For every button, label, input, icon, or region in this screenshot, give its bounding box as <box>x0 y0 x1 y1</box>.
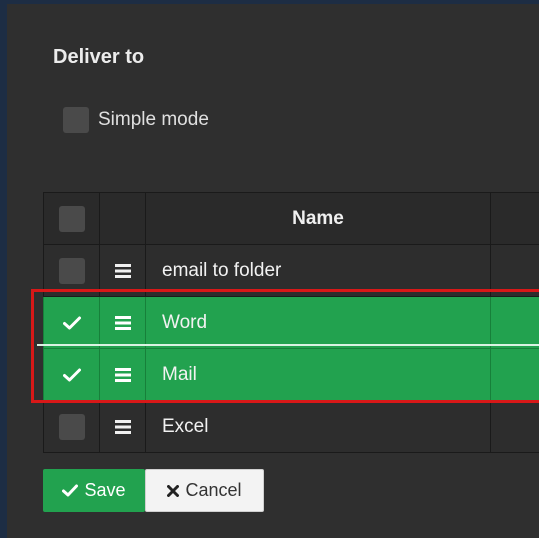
row-checkbox[interactable] <box>58 413 85 440</box>
save-button-label: Save <box>84 480 126 500</box>
hamburger-icon[interactable] <box>100 419 145 434</box>
row-name: Excel <box>145 400 491 453</box>
selected-rows-divider <box>37 344 539 346</box>
row-name: Mail <box>145 348 491 401</box>
row-checkbox[interactable] <box>44 368 99 382</box>
row-name: email to folder <box>145 244 491 297</box>
row-checkbox[interactable] <box>44 316 99 330</box>
save-button[interactable]: Save <box>43 469 145 512</box>
close-icon <box>167 484 180 497</box>
dialog-title: Deliver to <box>53 46 145 68</box>
window-frame-left <box>0 0 7 538</box>
simple-mode-row[interactable]: Simple mode <box>63 107 209 133</box>
delivery-table: Name email to folder Word Mail Excel <box>43 192 539 453</box>
hamburger-icon[interactable] <box>100 367 145 382</box>
column-header-name[interactable]: Name <box>145 192 491 245</box>
row-extra-cell <box>490 348 539 401</box>
simple-mode-label: Simple mode <box>98 109 209 130</box>
table-row[interactable]: Excel <box>43 400 539 453</box>
row-name: Word <box>145 296 491 349</box>
cancel-button-label: Cancel <box>185 480 242 500</box>
row-checkbox[interactable] <box>58 257 85 284</box>
select-all-checkbox[interactable] <box>58 205 85 232</box>
table-row[interactable]: Mail <box>43 348 539 401</box>
hamburger-icon[interactable] <box>100 263 145 278</box>
check-icon <box>62 484 79 497</box>
header-select-all-cell <box>43 192 100 245</box>
check-icon <box>62 316 81 329</box>
header-handle-cell <box>99 192 146 245</box>
row-extra-cell <box>490 400 539 453</box>
table-row[interactable]: email to folder <box>43 244 539 297</box>
row-extra-cell <box>490 244 539 297</box>
table-row[interactable]: Word <box>43 296 539 349</box>
hamburger-icon[interactable] <box>100 315 145 330</box>
row-extra-cell <box>490 296 539 349</box>
table-header-row: Name <box>43 192 539 245</box>
check-icon <box>62 368 81 381</box>
header-extra-cell <box>490 192 539 245</box>
cancel-button[interactable]: Cancel <box>145 469 264 512</box>
simple-mode-checkbox[interactable] <box>63 107 89 133</box>
